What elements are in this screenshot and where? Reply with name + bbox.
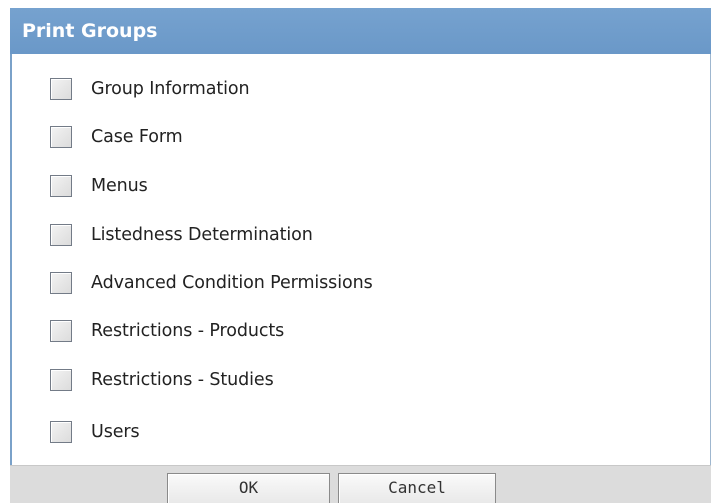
checkbox[interactable]	[50, 126, 72, 148]
option-label: Users	[91, 422, 140, 442]
option-case-form[interactable]: Case Form	[50, 124, 183, 150]
option-group-information[interactable]: Group Information	[50, 76, 250, 102]
option-menus[interactable]: Menus	[50, 173, 148, 199]
checkbox[interactable]	[50, 421, 72, 443]
option-label: Listedness Determination	[91, 225, 313, 245]
dialog-title: Print Groups	[10, 8, 711, 54]
option-restrictions-products[interactable]: Restrictions - Products	[50, 318, 284, 344]
option-label: Group Information	[91, 79, 250, 99]
checkbox[interactable]	[50, 320, 72, 342]
ok-button[interactable]: OK	[167, 473, 330, 503]
checkbox[interactable]	[50, 224, 72, 246]
print-groups-dialog: Print Groups Group Information Case Form…	[10, 8, 711, 503]
checkbox[interactable]	[50, 369, 72, 391]
option-advanced-condition-permissions[interactable]: Advanced Condition Permissions	[50, 270, 373, 296]
dialog-footer: OK Cancel	[10, 465, 711, 503]
option-listedness-determination[interactable]: Listedness Determination	[50, 222, 313, 248]
option-restrictions-studies[interactable]: Restrictions - Studies	[50, 367, 274, 393]
option-label: Advanced Condition Permissions	[91, 273, 373, 293]
option-label: Restrictions - Studies	[91, 370, 274, 390]
checkbox[interactable]	[50, 272, 72, 294]
option-label: Menus	[91, 176, 148, 196]
checkbox[interactable]	[50, 78, 72, 100]
cancel-button[interactable]: Cancel	[338, 473, 496, 503]
checkbox[interactable]	[50, 175, 72, 197]
option-label: Restrictions - Products	[91, 321, 285, 341]
option-users[interactable]: Users	[50, 419, 140, 445]
option-label: Case Form	[91, 127, 183, 147]
